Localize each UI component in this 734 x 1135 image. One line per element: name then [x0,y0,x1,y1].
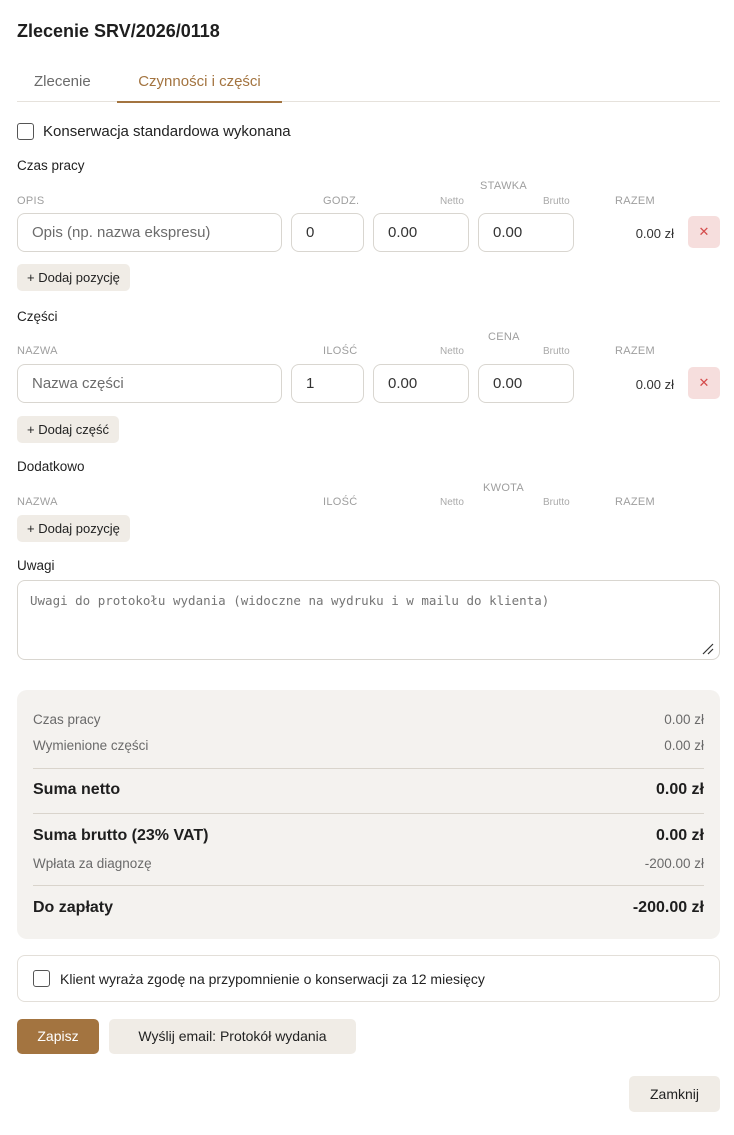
extra-col-net: Netto [440,497,464,508]
summary-labor-value: 0.00 zł [664,712,704,727]
labor-add-button[interactable]: + Dodaj pozycję [17,264,130,291]
consent-label: Klient wyraża zgodę na przypomnienie o k… [60,971,485,987]
consent-box: Klient wyraża zgodę na przypomnienie o k… [17,955,720,1002]
summary-parts-label: Wymienione części [33,738,149,753]
parts-col-total: RAZEM [615,345,655,357]
summary-labor-label: Czas pracy [33,712,101,727]
summary-deposit-label: Wpłata za diagnozę [33,856,152,871]
parts-col-group: CENA [488,331,520,343]
summary-parts-value: 0.00 zł [664,738,704,753]
close-icon: ✕ [698,224,710,239]
extra-col-group: KWOTA [483,482,525,494]
maintenance-checkbox-label: Konserwacja standardowa wykonana [43,123,291,140]
extra-col-qty: ILOŚĆ [323,496,358,508]
parts-net-input[interactable] [373,364,469,403]
save-button[interactable]: Zapisz [17,1019,99,1054]
parts-row-total: 0.00 zł [635,377,674,392]
parts-col-net: Netto [440,346,464,357]
summary-panel: Czas pracy 0.00 zł Wymienione części 0.0… [17,690,720,939]
extra-col-desc: NAZWA [17,496,58,508]
labor-col-qty: GODZ. [323,195,360,207]
notes-textarea[interactable] [17,580,720,660]
summary-divider [33,885,704,886]
tab-czynnosci-i-czesci[interactable]: Czynności i części [117,73,282,103]
summary-gross-label: Suma brutto (23% VAT) [33,827,209,844]
summary-due-label: Do zapłaty [33,899,114,916]
labor-row-total: 0.00 zł [635,226,674,241]
page-title: Zlecenie SRV/2026/0118 [17,21,220,41]
labor-gross-input[interactable] [478,213,574,252]
labor-desc-input[interactable] [17,213,282,252]
parts-delete-button[interactable]: ✕ [688,367,720,399]
labor-col-group: STAWKA [480,180,528,192]
labor-col-gross: Brutto [543,196,570,207]
parts-name-input[interactable] [17,364,282,403]
labor-col-net: Netto [440,196,464,207]
parts-section-label: Części [17,309,58,324]
summary-net-label: Suma netto [33,781,121,798]
labor-section-label: Czas pracy [17,158,85,173]
parts-col-desc: NAZWA [17,345,58,357]
send-email-button[interactable]: Wyślij email: Protokół wydania [109,1019,356,1054]
resize-grip-icon[interactable] [700,641,714,655]
labor-col-total: RAZEM [615,195,655,207]
close-button[interactable]: Zamknij [629,1076,720,1112]
parts-col-qty: ILOŚĆ [323,345,358,357]
summary-divider [33,768,704,769]
notes-label: Uwagi [17,558,55,573]
labor-hours-input[interactable] [291,213,364,252]
maintenance-checkbox[interactable] [17,123,34,140]
extra-col-gross: Brutto [543,497,570,508]
summary-divider [33,813,704,814]
labor-col-desc: OPIS [17,195,45,207]
tab-bar: Zlecenie Czynności i części [17,66,720,103]
summary-due-value: -200.00 zł [632,899,704,916]
parts-col-gross: Brutto [543,346,570,357]
parts-qty-input[interactable] [291,364,364,403]
parts-add-button[interactable]: + Dodaj część [17,416,120,443]
close-icon: ✕ [698,375,710,390]
extra-col-total: RAZEM [615,496,655,508]
tab-zlecenie[interactable]: Zlecenie [34,73,91,102]
extra-section-label: Dodatkowo [17,459,85,474]
labor-net-input[interactable] [373,213,469,252]
summary-deposit-value: -200.00 zł [644,856,704,871]
consent-checkbox[interactable] [33,970,50,987]
parts-gross-input[interactable] [478,364,574,403]
extra-add-button[interactable]: + Dodaj pozycję [17,515,130,542]
summary-net-value: 0.00 zł [655,781,704,798]
summary-gross-value: 0.00 zł [655,827,704,844]
labor-delete-button[interactable]: ✕ [688,216,720,248]
